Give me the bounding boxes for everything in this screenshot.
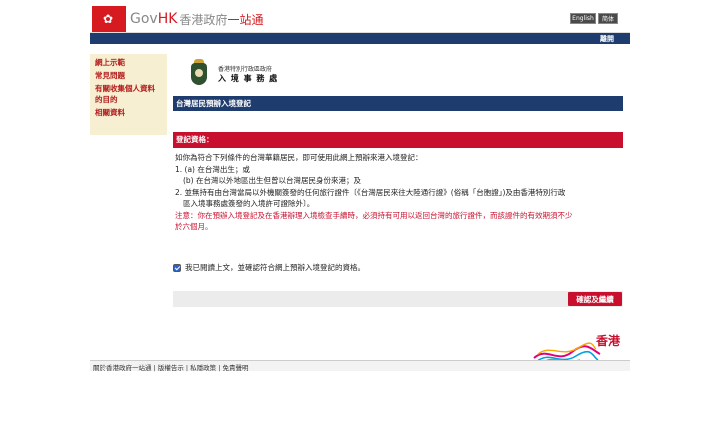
brand-cn-accent: 一站通 bbox=[227, 12, 264, 27]
sidebar-item-faq[interactable]: 常見問題 bbox=[90, 69, 167, 82]
brand-gov: Gov bbox=[130, 11, 158, 27]
agree-row: 我已閱讀上文，並確認符合網上預辦入境登記的資格。 bbox=[173, 262, 365, 273]
brand-cn: 香港政府 bbox=[179, 12, 228, 27]
exit-link[interactable]: 離開 bbox=[600, 34, 614, 44]
sidebar-item-online-demo[interactable]: 網上示範 bbox=[90, 56, 167, 69]
action-bar bbox=[173, 291, 623, 307]
top-nav-bar: 離開 bbox=[90, 33, 630, 44]
note-line2: 於六個月。 bbox=[175, 222, 213, 231]
sidebar-item-related-info[interactable]: 相關資料 bbox=[90, 106, 167, 119]
note-line1: 注意：你在預辦入境登記及在香港辦理入境檢查手續時，必須持有可用以返回台灣的旅行證… bbox=[175, 210, 573, 220]
brand-hk: HK bbox=[157, 11, 178, 27]
immigration-department-logo: 香港特別行政區政府 入 境 事 務 處 bbox=[186, 56, 346, 92]
confirm-continue-button[interactable]: 確認及繼續 bbox=[568, 292, 622, 306]
govhk-logo[interactable]: ✿ GovHK 香港政府 一站通 bbox=[92, 6, 263, 32]
immigration-emblem-icon bbox=[186, 59, 212, 89]
condition-2-line1: 2. 並無持有由台灣當局以外機關簽發的任何旅行證件〔《台灣居民來往大陸通行證》(… bbox=[175, 187, 566, 197]
agree-checkbox[interactable] bbox=[173, 263, 181, 272]
eligibility-text: 如你為符合下列條件的台灣華籍居民，即可使用此網上預辦來港入境登記： 1. (a)… bbox=[175, 152, 623, 233]
sidebar-item-personal-data[interactable]: 有關收集個人資料的目的 bbox=[90, 82, 167, 106]
lang-simplified-button[interactable]: 简体 bbox=[598, 13, 618, 24]
sidebar: 網上示範 常見問題 有關收集個人資料的目的 相關資料 bbox=[90, 54, 167, 135]
section-title: 登記資格： bbox=[173, 132, 623, 148]
condition-1a: 1. (a) 在台灣出生；或 bbox=[175, 164, 250, 174]
page-title: 台灣居民預辦入境登記 bbox=[173, 96, 623, 111]
agree-label[interactable]: 我已閱讀上文，並確認符合網上預辦入境登記的資格。 bbox=[185, 262, 365, 273]
condition-2-line2: 區入境事務處簽發的入境許可證除外〕。 bbox=[183, 199, 315, 208]
bauhinia-flag-icon: ✿ bbox=[92, 6, 126, 32]
lang-english-button[interactable]: English bbox=[570, 13, 596, 24]
footer: 關於香港政府一站通 | 版權告示 | 私隱政策 | 免責聲明 bbox=[90, 360, 630, 372]
footer-links[interactable]: 關於香港政府一站通 | 版權告示 | 私隱政策 | 免責聲明 bbox=[93, 362, 248, 372]
intro-text: 如你為符合下列條件的台灣華籍居民，即可使用此網上預辦來港入境登記： bbox=[175, 153, 423, 162]
condition-1b: (b) 在台灣以外地區出生但曾以台灣居民身份來港；及 bbox=[183, 176, 361, 185]
header: ✿ GovHK 香港政府 一站通 English 简体 bbox=[90, 4, 630, 33]
dept-line1: 香港特別行政區政府 bbox=[218, 66, 273, 73]
dept-line2: 入 境 事 務 處 bbox=[218, 74, 279, 83]
